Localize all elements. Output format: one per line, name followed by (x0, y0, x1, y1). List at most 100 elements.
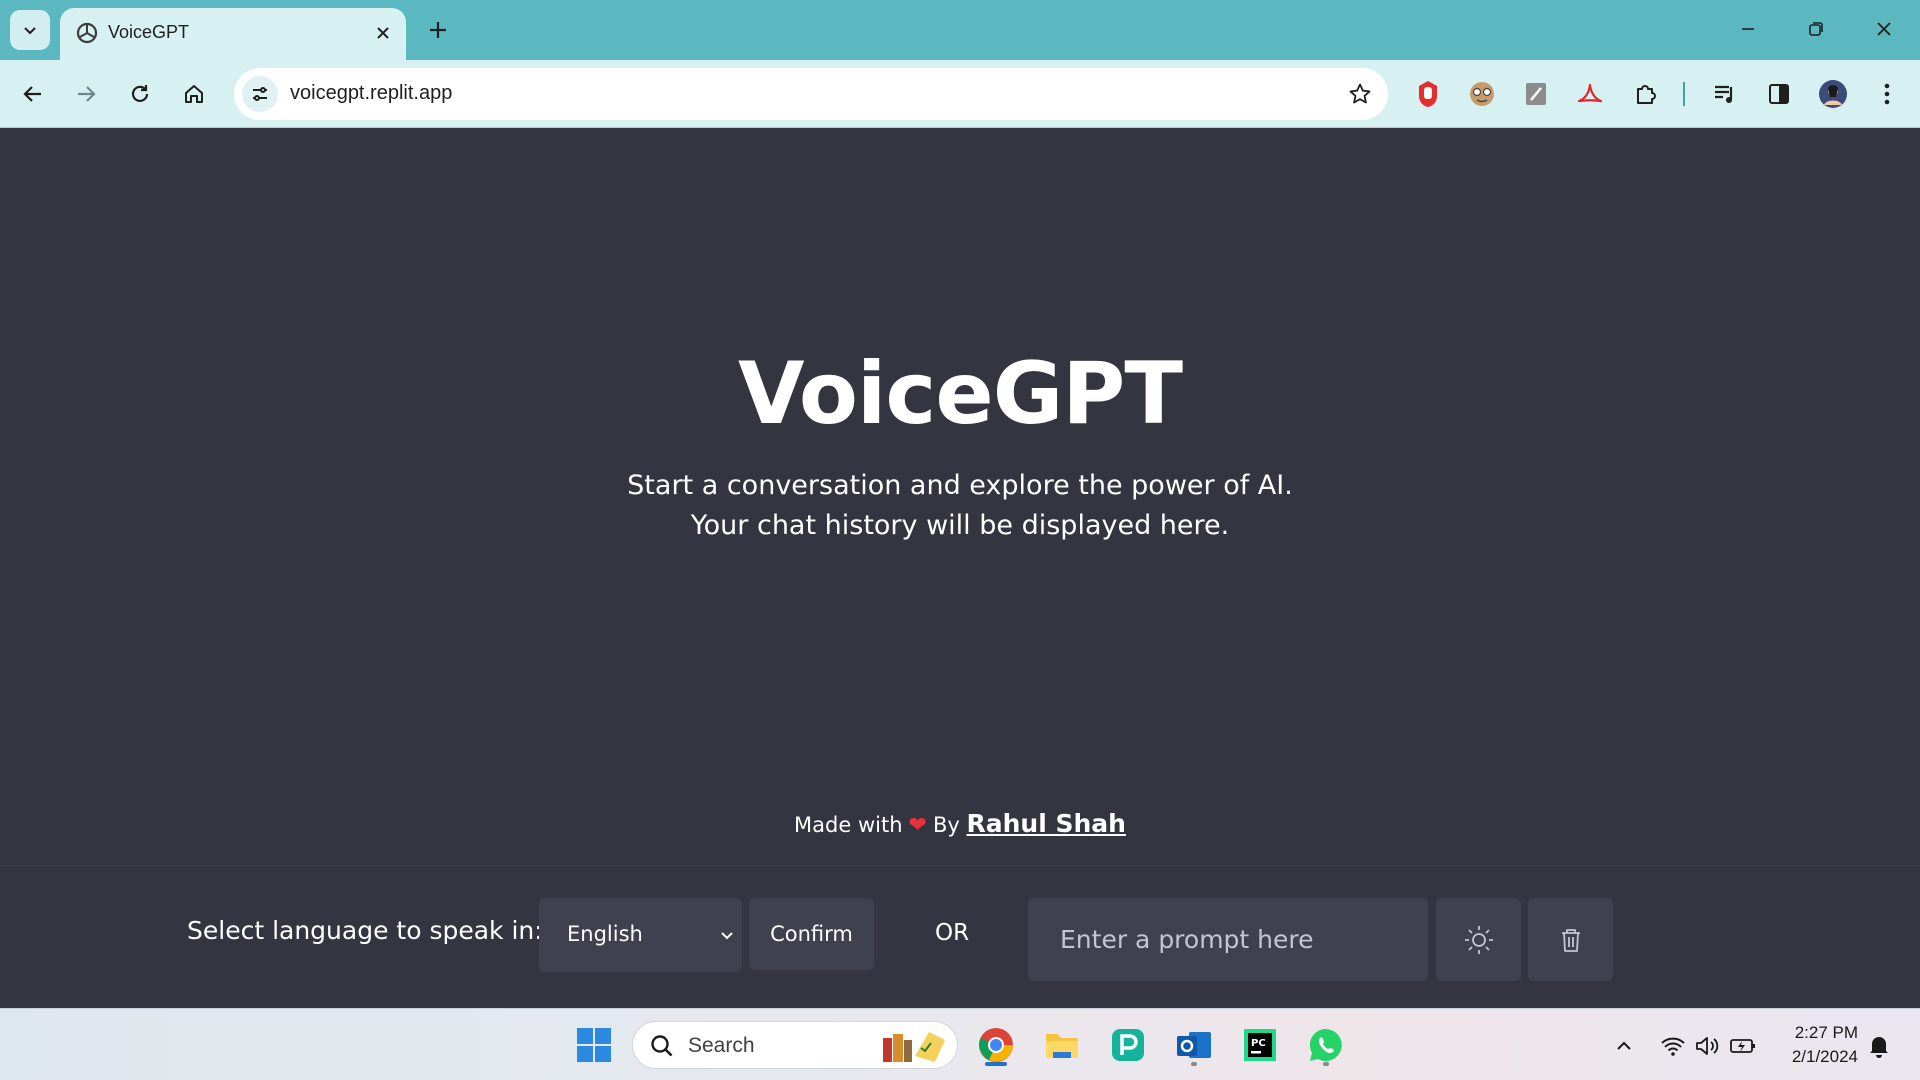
whatsapp-icon (1309, 1028, 1342, 1061)
back-button[interactable] (13, 74, 53, 114)
author-link[interactable]: Rahul Shah (966, 809, 1125, 838)
page-title: VoiceGPT (737, 344, 1183, 444)
tab-voicegpt[interactable]: VoiceGPT (60, 8, 406, 60)
language-label: Select language to speak in: (187, 916, 543, 945)
puzzle-icon (1637, 85, 1656, 104)
acrobat-icon (1577, 83, 1603, 103)
reload-icon (131, 85, 149, 102)
side-panel-icon (1769, 84, 1789, 104)
show-hidden-icons-button[interactable] (1609, 1031, 1639, 1061)
browser-tab-strip: VoiceGPT (0, 0, 1920, 60)
wifi-status[interactable] (1658, 1031, 1688, 1061)
bell-icon (1870, 1037, 1888, 1058)
address-bar[interactable]: voicegpt.replit.app (234, 68, 1388, 120)
subtitle-line-1: Start a conversation and explore the pow… (627, 470, 1293, 501)
running-indicator (1323, 1062, 1329, 1066)
avatar (1819, 80, 1847, 108)
chrome-icon (979, 1028, 1013, 1062)
arrow-right-icon (78, 86, 96, 102)
wifi-icon (1661, 1037, 1685, 1056)
taskbar-chrome[interactable] (972, 1021, 1020, 1069)
close-icon (1877, 22, 1891, 36)
input-bar: Select language to speak in: English Con… (0, 865, 1920, 1008)
footer-credit: Made with ❤ By Rahul Shah (0, 809, 1920, 838)
restore-button[interactable] (1782, 0, 1850, 58)
confirm-button[interactable]: Confirm (749, 898, 874, 970)
tab-search-button[interactable] (10, 10, 50, 50)
tune-icon (253, 87, 267, 101)
theme-toggle-button[interactable] (1436, 898, 1521, 981)
tab-close-button[interactable] (370, 20, 396, 46)
acrobat-extension-button[interactable] (1572, 76, 1608, 112)
adblock-extension-button[interactable] (1410, 76, 1446, 112)
site-info-button[interactable] (242, 76, 278, 112)
pycharm-icon: PC (1244, 1029, 1276, 1061)
windows-taskbar: Search PC 2:27 PM 2/1/2024 (0, 1008, 1920, 1080)
face-icon (1470, 82, 1494, 106)
home-button[interactable] (174, 74, 214, 114)
battery-status[interactable] (1728, 1031, 1758, 1061)
language-select[interactable]: English (539, 898, 742, 972)
arrow-left-icon (23, 86, 41, 102)
stop-hand-icon (1419, 81, 1437, 107)
minimize-button[interactable] (1714, 0, 1782, 58)
notifications-button[interactable] (1864, 1031, 1894, 1061)
close-window-button[interactable] (1850, 0, 1918, 58)
document-icon (1526, 83, 1546, 105)
running-indicator (1191, 1062, 1197, 1066)
plus-icon (430, 22, 446, 38)
p-logo-icon (1112, 1029, 1144, 1061)
restore-icon (1809, 22, 1823, 36)
face-extension-button[interactable] (1464, 76, 1500, 112)
heart-icon: ❤ (908, 813, 927, 838)
or-label: OR (935, 920, 970, 946)
taskbar-file-explorer[interactable] (1038, 1021, 1086, 1069)
new-tab-button[interactable] (420, 12, 456, 48)
forward-button[interactable] (66, 74, 106, 114)
svg-text:PC: PC (1251, 1038, 1266, 1049)
speaker-icon (1696, 1037, 1719, 1055)
windows-logo-icon (577, 1028, 611, 1062)
credit-by: By (932, 813, 960, 837)
notes-extension-button[interactable] (1518, 76, 1554, 112)
taskbar-clock[interactable]: 2:27 PM 2/1/2024 (1778, 1021, 1858, 1069)
reload-button[interactable] (120, 74, 160, 114)
language-selected-value: English (567, 922, 643, 946)
taskbar-search[interactable]: Search (632, 1021, 958, 1069)
minimize-icon (1742, 28, 1754, 30)
taskbar-whatsapp[interactable] (1302, 1021, 1350, 1069)
taskbar-pycharm-edu[interactable] (1104, 1021, 1152, 1069)
chevron-down-icon (24, 27, 36, 35)
clear-chat-button[interactable] (1528, 898, 1613, 981)
browser-toolbar: voicegpt.replit.app (0, 60, 1920, 128)
volume-status[interactable] (1692, 1031, 1722, 1061)
search-icon (651, 1035, 673, 1057)
sun-icon (1464, 925, 1493, 954)
taskbar-outlook[interactable] (1170, 1021, 1218, 1069)
toolbar-divider (1683, 82, 1685, 106)
books-icon (883, 1032, 945, 1062)
trash-icon (1561, 928, 1580, 952)
close-icon (377, 27, 389, 39)
profile-button[interactable] (1815, 76, 1851, 112)
home-icon (185, 85, 203, 103)
url-text[interactable]: voicegpt.replit.app (290, 82, 452, 105)
clock-date: 2/1/2024 (1791, 1047, 1858, 1066)
bookmark-button[interactable] (1346, 80, 1374, 108)
chevron-down-icon (721, 932, 733, 940)
credit-prefix: Made with (794, 813, 903, 837)
voicegpt-page: VoiceGPT Start a conversation and explor… (0, 129, 1920, 1008)
subtitle-line-2: Your chat history will be displayed here… (690, 510, 1230, 541)
kebab-menu-icon (1884, 83, 1890, 105)
extensions-button[interactable] (1628, 76, 1664, 112)
folder-icon (1046, 1034, 1078, 1058)
page-subtitle: Start a conversation and explore the pow… (0, 466, 1920, 546)
browser-menu-button[interactable] (1869, 76, 1905, 112)
prompt-input[interactable] (1028, 898, 1428, 981)
tab-title: VoiceGPT (108, 22, 190, 42)
taskbar-search-label: Search (688, 1034, 755, 1057)
side-panel-button[interactable] (1761, 76, 1797, 112)
taskbar-pycharm[interactable]: PC (1236, 1021, 1284, 1069)
media-controls-button[interactable] (1707, 76, 1743, 112)
start-button[interactable] (570, 1021, 618, 1069)
